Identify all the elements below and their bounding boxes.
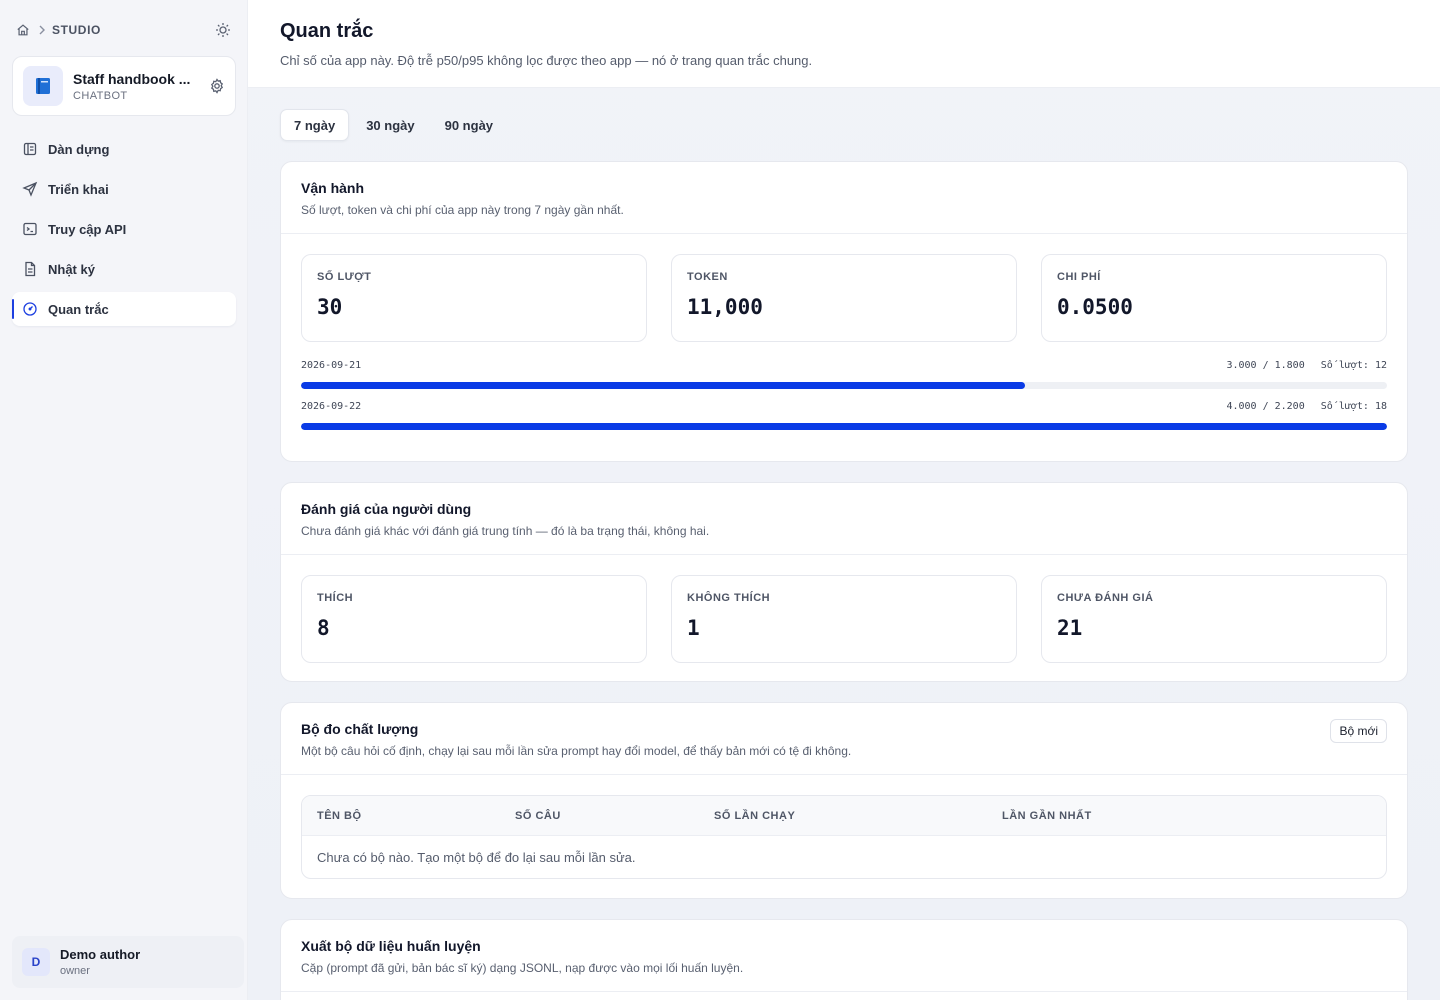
table-header: TÊN BỘ SỐ CÂU SỐ LẦN CHẠY LẦN GẦN NHẤT — [302, 796, 1386, 836]
daily-runs: Số lượt: 18 — [1320, 401, 1387, 412]
tab-7-days[interactable]: 7 ngày — [280, 109, 350, 141]
column-header[interactable]: SỐ LẦN CHẠY — [714, 810, 1002, 822]
stat-value: 21 — [1057, 616, 1083, 640]
tab-90-days[interactable]: 90 ngày — [432, 109, 506, 141]
operations-title: Vận hành — [301, 180, 365, 196]
sidebar-item-label: Dàn dựng — [48, 141, 110, 157]
daily-date: 2026-09-21 — [301, 360, 362, 371]
sidebar-item-api[interactable]: Truy cập API — [12, 212, 236, 246]
quality-title: Bộ đo chất lượng — [301, 721, 419, 737]
stat-value: 30 — [317, 295, 343, 319]
sidebar-item-monitoring[interactable]: Quan trắc — [12, 292, 236, 326]
stat-label: TOKEN — [687, 271, 728, 283]
user-menu[interactable]: D Demo author owner — [12, 936, 244, 988]
sidebar-item-label: Triển khai — [48, 181, 109, 197]
sidebar-item-label: Quan trắc — [48, 301, 109, 317]
main-content: Quan trắc Chỉ số của app này. Độ trễ p50… — [248, 0, 1440, 1000]
daily-runs: Số lượt: 12 — [1320, 360, 1387, 371]
daily-bar-row: 2026-09-22 4.000 / 2.200 Số lượt: 18 — [301, 401, 1387, 430]
sidebar-item-deploy[interactable]: Triển khai — [12, 172, 236, 206]
user-role: owner — [60, 965, 90, 977]
home-icon[interactable] — [16, 23, 30, 37]
sidebar-item-label: Truy cập API — [48, 221, 127, 237]
daily-tokens: 3.000 / 1.800 — [1226, 360, 1305, 371]
quality-subtitle: Một bộ câu hỏi cố định, chạy lại sau mỗi… — [301, 744, 852, 758]
daily-date: 2026-09-22 — [301, 401, 362, 412]
stat-value: 1 — [687, 616, 700, 640]
stat-unrated: CHƯA ĐÁNH GIÁ 21 — [1041, 575, 1387, 663]
stat-label: CHƯA ĐÁNH GIÁ — [1057, 592, 1154, 604]
gauge-icon — [22, 301, 38, 317]
stat-runs: SỐ LƯỢT 30 — [301, 254, 647, 342]
sidebar: STUDIO Staff handbook ... CHATBOT Dàn dự… — [0, 0, 248, 1000]
app-switcher[interactable]: Staff handbook ... CHATBOT — [12, 56, 236, 116]
gear-icon[interactable] — [209, 78, 225, 94]
document-icon — [22, 261, 38, 277]
daily-bar-row: 2026-09-21 3.000 / 1.800 Số lượt: 12 — [301, 360, 1387, 389]
stat-label: THÍCH — [317, 592, 354, 604]
table-empty-state: Chưa có bộ nào. Tạo một bộ để đo lại sau… — [317, 849, 636, 865]
export-subtitle: Cặp (prompt đã gửi, bản bác sĩ ký) dạng … — [301, 961, 744, 975]
stat-value: 0.0500 — [1057, 295, 1133, 319]
daily-bars: 2026-09-21 3.000 / 1.800 Số lượt: 12 202… — [281, 342, 1407, 430]
column-header[interactable]: SỐ CÂU — [515, 810, 714, 822]
stat-tokens: TOKEN 11,000 — [671, 254, 1017, 342]
stat-dislikes: KHÔNG THÍCH 1 — [671, 575, 1017, 663]
page-header: Quan trắc Chỉ số của app này. Độ trễ p50… — [248, 0, 1440, 88]
breadcrumb-studio[interactable]: STUDIO — [52, 23, 101, 37]
export-title: Xuất bộ dữ liệu huấn luyện — [301, 938, 481, 954]
send-icon — [22, 181, 38, 197]
user-name: Demo author — [60, 947, 141, 962]
stat-label: CHI PHÍ — [1057, 271, 1101, 283]
stat-value: 11,000 — [687, 295, 763, 319]
daily-bar-track — [301, 423, 1387, 430]
stat-likes: THÍCH 8 — [301, 575, 647, 663]
operations-card: Vận hành Số lượt, token và chi phí của a… — [280, 161, 1408, 462]
book-icon — [23, 66, 63, 106]
page-title: Quan trắc — [280, 20, 374, 42]
stat-value: 8 — [317, 616, 330, 640]
new-suite-button[interactable]: Bộ mới — [1330, 719, 1387, 743]
sidebar-item-label: Nhật ký — [48, 261, 95, 277]
quality-card: Bộ đo chất lượng Một bộ câu hỏi cố định,… — [280, 702, 1408, 899]
range-tabs: 7 ngày 30 ngày 90 ngày — [280, 109, 510, 141]
suites-table: TÊN BỘ SỐ CÂU SỐ LẦN CHẠY LẦN GẦN NHẤT C… — [301, 795, 1387, 879]
app-name: Staff handbook ... — [73, 70, 191, 87]
daily-tokens: 4.000 / 2.200 — [1226, 401, 1305, 412]
breadcrumb: STUDIO — [16, 20, 231, 40]
feedback-subtitle: Chưa đánh giá khác với đánh giá trung tí… — [301, 524, 710, 538]
stat-cost: CHI PHÍ 0.0500 — [1041, 254, 1387, 342]
sidebar-nav: Dàn dựng Triển khai Truy cập API Nhật ký… — [12, 132, 236, 332]
page-subtitle: Chỉ số của app này. Độ trễ p50/p95 không… — [280, 53, 813, 68]
chevron-right-icon — [38, 25, 46, 35]
operations-subtitle: Số lượt, token và chi phí của app này tr… — [301, 203, 624, 217]
terminal-icon — [22, 221, 38, 237]
daily-bar-track — [301, 382, 1387, 389]
daily-bar-fill — [301, 382, 1025, 389]
layout-icon — [22, 141, 38, 157]
sidebar-item-build[interactable]: Dàn dựng — [12, 132, 236, 166]
stat-label: SỐ LƯỢT — [317, 271, 372, 283]
tab-30-days[interactable]: 30 ngày — [353, 109, 427, 141]
daily-bar-fill — [301, 423, 1387, 430]
stat-label: KHÔNG THÍCH — [687, 592, 771, 604]
export-card: Xuất bộ dữ liệu huấn luyện Cặp (prompt đ… — [280, 919, 1408, 1000]
feedback-card: Đánh giá của người dùng Chưa đánh giá kh… — [280, 482, 1408, 682]
column-header[interactable]: TÊN BỘ — [317, 810, 515, 822]
sun-icon[interactable] — [215, 22, 231, 38]
avatar: D — [22, 948, 50, 976]
feedback-title: Đánh giá của người dùng — [301, 501, 472, 517]
sidebar-item-logs[interactable]: Nhật ký — [12, 252, 236, 286]
column-header[interactable]: LẦN GẦN NHẤT — [1002, 810, 1092, 822]
app-kind: CHATBOT — [73, 89, 128, 102]
